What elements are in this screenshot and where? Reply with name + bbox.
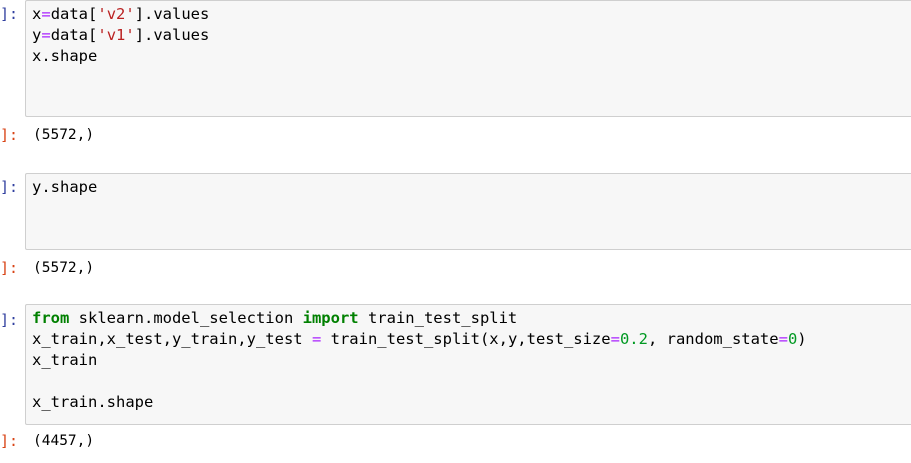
code-line: x.shape xyxy=(32,47,98,65)
code-line: x_train xyxy=(32,351,98,369)
code-line: x=data['v2'].values xyxy=(32,5,210,23)
cell-3-code-editor[interactable]: from sklearn.model_selection import trai… xyxy=(25,304,911,425)
code-line: x_train.shape xyxy=(32,393,154,411)
cell-3-input-prompt: ]: xyxy=(0,311,19,329)
code-line: from sklearn.model_selection import trai… xyxy=(32,309,518,327)
cell-2-input-prompt: ]: xyxy=(0,178,19,196)
cell-2-code-editor[interactable]: y.shape xyxy=(25,173,911,250)
code-line: x_train,x_test,y_train,y_test = train_te… xyxy=(32,330,807,348)
cell-2-output: (5572,) xyxy=(33,260,95,276)
cell-1-output-prompt: ]: xyxy=(0,126,19,144)
cell-3-output: (4457,) xyxy=(33,433,95,449)
cell-2-output-prompt: ]: xyxy=(0,259,19,277)
code-line: y=data['v1'].values xyxy=(32,26,210,44)
cell-1-output: (5572,) xyxy=(33,127,95,143)
cell-1-code-editor[interactable]: x=data['v2'].values y=data['v1'].values … xyxy=(25,0,911,117)
cell-1-input-prompt: ]: xyxy=(0,5,19,23)
code-line: y.shape xyxy=(32,178,98,196)
cell-3-output-prompt: ]: xyxy=(0,432,19,450)
